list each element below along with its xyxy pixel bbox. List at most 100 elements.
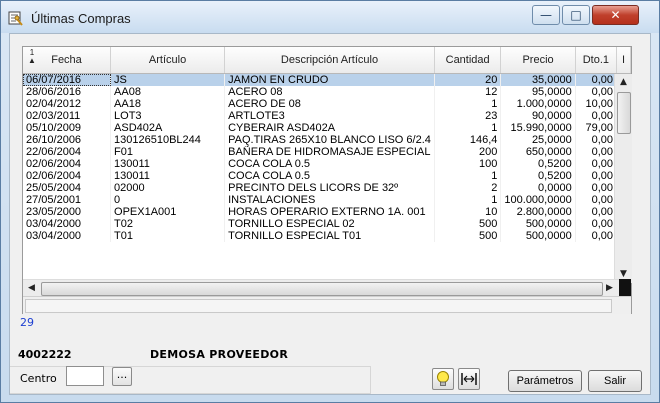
cell-cantidad: 200 bbox=[434, 146, 502, 158]
cell-articulo: AA08 bbox=[110, 86, 226, 98]
cell-descripcion: ACERO DE 08 bbox=[224, 98, 435, 110]
window-title: Últimas Compras bbox=[31, 11, 131, 26]
column-header-articulo[interactable]: Artículo bbox=[110, 47, 226, 74]
cell-descripcion: PRECINTO DELS LICORS DE 32º bbox=[224, 182, 435, 194]
cell-cantidad: 1 bbox=[434, 122, 502, 134]
table-row[interactable]: 02/06/2004 130011 COCA COLA 0.5 1 0,5200 0,00… bbox=[23, 170, 631, 182]
grid-body: 06/07/2016JSJAMON EN CRUDO2035,00000,000… bbox=[23, 73, 631, 242]
cell-descripcion: CYBERAIR ASD402A bbox=[224, 122, 435, 134]
cell-fecha: 06/07/2016 bbox=[23, 73, 112, 86]
cell-dto1: 0,00 bbox=[575, 194, 618, 206]
cell-articulo: AA18 bbox=[110, 98, 226, 110]
cell-cantidad: 100 bbox=[434, 158, 502, 170]
vertical-scrollbar[interactable]: ▲ ▼ bbox=[614, 74, 632, 283]
cell-fecha: 25/05/2004 bbox=[23, 182, 112, 194]
cell-cantidad: 500 bbox=[434, 230, 502, 242]
sort-indicator: 1 ▲ bbox=[28, 48, 36, 65]
close-icon: ✕ bbox=[610, 8, 621, 22]
cell-precio: 100.000,0000 bbox=[500, 194, 576, 206]
table-row[interactable]: 03/04/2000 T01 TORNILLO ESPECIAL T01 500 500… bbox=[23, 230, 631, 242]
hint-button[interactable] bbox=[432, 368, 454, 390]
cell-dto1: 0,00 bbox=[575, 146, 618, 158]
cell-cantidad: 10 bbox=[434, 206, 502, 218]
cell-cantidad: 500 bbox=[434, 218, 502, 230]
scroll-left-icon[interactable]: ◀ bbox=[23, 280, 40, 297]
cell-descripcion: COCA COLA 0.5 bbox=[224, 170, 435, 182]
supplier-name: DEMOSA PROVEEDOR bbox=[150, 348, 289, 361]
salir-button[interactable]: Salir bbox=[588, 370, 642, 392]
close-button[interactable]: ✕ bbox=[592, 5, 639, 25]
cell-dto1: 79,00 bbox=[575, 122, 618, 134]
column-header-extra[interactable]: I bbox=[616, 47, 631, 74]
cell-descripcion: ARTLOTE3 bbox=[224, 110, 435, 122]
column-header-dto1[interactable]: Dto.1 bbox=[575, 47, 618, 74]
vertical-scroll-thumb[interactable] bbox=[617, 92, 631, 134]
scroll-right-icon[interactable]: ▶ bbox=[601, 280, 618, 297]
table-row[interactable]: 02/06/2004 130011 COCA COLA 0.5 100 0,5200 0,… bbox=[23, 158, 631, 170]
grid-header-row: 1 ▲ Fecha Artículo Descripción Artículo C… bbox=[23, 47, 631, 74]
cell-articulo: 130011 bbox=[110, 158, 226, 170]
cell-descripcion: ACERO 08 bbox=[224, 86, 435, 98]
title-bar[interactable]: Últimas Compras — □ ✕ bbox=[1, 1, 659, 33]
cell-descripcion: COCA COLA 0.5 bbox=[224, 158, 435, 170]
cell-descripcion: JAMON EN CRUDO bbox=[224, 73, 435, 86]
table-row[interactable]: 28/06/2016AA08ACERO 081295,00000,000 bbox=[23, 86, 631, 98]
cell-precio: 95,0000 bbox=[500, 86, 576, 98]
minimize-button[interactable]: — bbox=[532, 5, 560, 25]
cell-cantidad: 23 bbox=[434, 110, 502, 122]
column-header-fecha[interactable]: 1 ▲ Fecha bbox=[23, 47, 112, 74]
cell-fecha: 28/06/2016 bbox=[23, 86, 112, 98]
grid-footer bbox=[23, 296, 631, 314]
cell-precio: 0,0000 bbox=[500, 182, 576, 194]
cell-cantidad: 20 bbox=[434, 73, 502, 86]
maximize-icon: □ bbox=[570, 8, 582, 22]
cell-cantidad: 12 bbox=[434, 86, 502, 98]
purchases-grid[interactable]: 1 ▲ Fecha Artículo Descripción Artículo C… bbox=[22, 46, 632, 314]
horizontal-scroll-thumb[interactable] bbox=[41, 282, 603, 296]
column-fit-icon bbox=[461, 373, 477, 385]
cell-articulo: JS bbox=[110, 73, 226, 86]
cell-fecha: 27/05/2001 bbox=[23, 194, 112, 206]
parametros-button[interactable]: Parámetros bbox=[508, 370, 582, 392]
cell-fecha: 05/10/2009 bbox=[23, 122, 112, 134]
table-row[interactable]: 25/05/2004 02000 PRECINTO DELS LICORS DE 3… bbox=[23, 182, 631, 194]
lightbulb-icon bbox=[437, 371, 449, 386]
horizontal-scrollbar[interactable]: ◀ ▶ bbox=[23, 279, 631, 297]
table-row[interactable]: 22/06/2004 F01 BAÑERA DE HIDROMASAJE ESPEC… bbox=[23, 146, 631, 158]
centro-input[interactable] bbox=[66, 366, 104, 386]
cell-precio: 500,0000 bbox=[500, 218, 576, 230]
cell-articulo: 130011 bbox=[110, 170, 226, 182]
cell-cantidad: 1 bbox=[434, 98, 502, 110]
fit-columns-button[interactable] bbox=[458, 368, 480, 390]
cell-articulo: F01 bbox=[110, 146, 226, 158]
cell-articulo: T01 bbox=[110, 230, 226, 242]
table-row[interactable]: 02/04/2012 AA18 ACERO DE 08 1 1.000,0000 10,0… bbox=[23, 98, 631, 110]
table-row[interactable]: 05/10/2009 ASD402A CYBERAIR ASD402A 1 15.990… bbox=[23, 122, 631, 134]
cell-dto1: 0,00 bbox=[575, 110, 618, 122]
table-row[interactable]: 06/07/2016JSJAMON EN CRUDO2035,00000,000 bbox=[23, 73, 631, 86]
centro-browse-button[interactable]: ... bbox=[112, 367, 132, 386]
cell-articulo: 02000 bbox=[110, 182, 226, 194]
scroll-up-icon[interactable]: ▲ bbox=[615, 74, 632, 91]
window: Últimas Compras — □ ✕ 1 ▲ Fecha Artículo … bbox=[0, 0, 660, 403]
column-header-descripcion[interactable]: Descripción Artículo bbox=[224, 47, 435, 74]
cell-dto1: 10,00 bbox=[575, 98, 618, 110]
cell-articulo: T02 bbox=[110, 218, 226, 230]
table-row[interactable]: 26/10/2006 130126510BL244 PAQ.TIRAS 265X10… bbox=[23, 134, 631, 146]
maximize-button[interactable]: □ bbox=[562, 5, 590, 25]
cell-articulo: ASD402A bbox=[110, 122, 226, 134]
cell-fecha: 03/04/2000 bbox=[23, 230, 112, 242]
record-count: 29 bbox=[20, 316, 34, 329]
table-row[interactable]: 23/05/2000 OPEX1A001 HORAS OPERARIO EXTERN… bbox=[23, 206, 631, 218]
table-row[interactable]: 02/03/2011LOT3ARTLOTE32390,00000,000 bbox=[23, 110, 631, 122]
cell-fecha: 03/04/2000 bbox=[23, 218, 112, 230]
column-header-cantidad[interactable]: Cantidad bbox=[434, 47, 502, 74]
table-row[interactable]: 27/05/2001 0 INSTALACIONES 1 100.000,0000 0,0… bbox=[23, 194, 631, 206]
supplier-code: 4002222 bbox=[18, 348, 72, 361]
cell-precio: 1.000,0000 bbox=[500, 98, 576, 110]
grid-splitter[interactable] bbox=[619, 279, 631, 296]
column-header-precio[interactable]: Precio bbox=[500, 47, 576, 74]
cell-dto1: 0,00 bbox=[575, 73, 618, 86]
cell-dto1: 0,00 bbox=[575, 218, 618, 230]
table-row[interactable]: 03/04/2000 T02 TORNILLO ESPECIAL 02 500 500,… bbox=[23, 218, 631, 230]
